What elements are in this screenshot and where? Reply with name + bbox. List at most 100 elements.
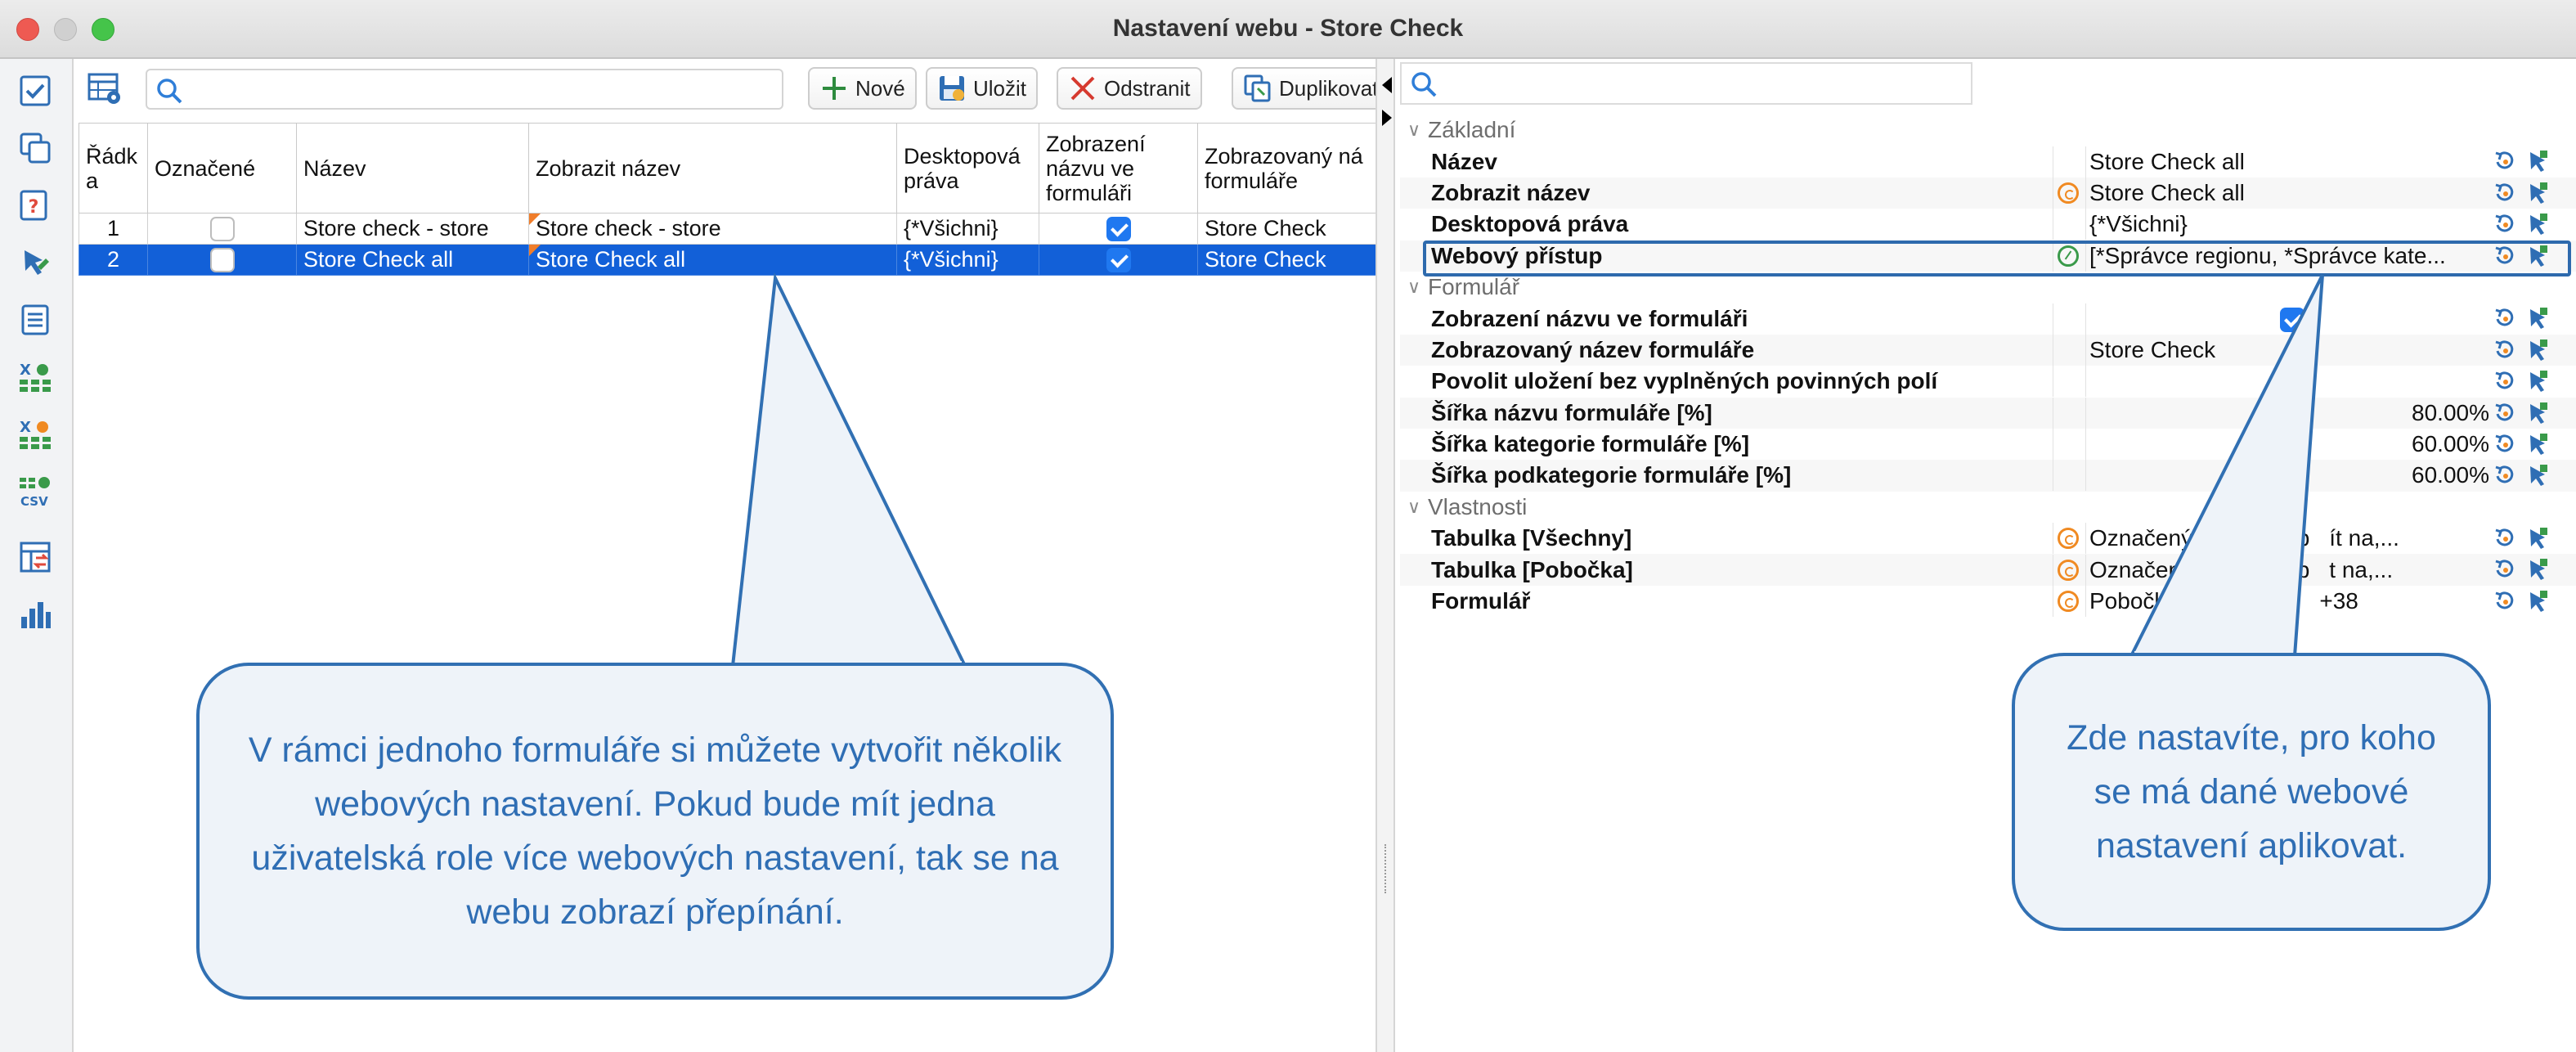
property-row[interactable]: Šířka názvu formuláře [%] 80.00% (1400, 397, 2576, 429)
property-row[interactable]: Zobrazit název Store Check all (1400, 177, 2576, 209)
table-settings-icon[interactable] (87, 70, 123, 106)
table-row[interactable]: 1 Store check - store Store check - stor… (79, 213, 1376, 245)
excel-export-icon[interactable]: X (18, 360, 52, 394)
property-group-header[interactable]: ∨ Základní (1400, 115, 2576, 146)
column-header-row[interactable]: Řádk a (79, 123, 148, 214)
chevron-down-icon[interactable]: ∨ (1400, 119, 1428, 141)
edit-pointer-icon[interactable] (2525, 338, 2550, 362)
edit-pointer-icon[interactable] (2525, 463, 2550, 488)
name-cell[interactable]: Store Check all (296, 244, 529, 276)
name-in-form-checkbox[interactable] (1106, 217, 1131, 242)
edit-pointer-icon[interactable] (2525, 181, 2550, 205)
edit-pointer-icon[interactable] (2525, 149, 2550, 173)
help-form-icon[interactable]: ? (18, 188, 52, 223)
table-row-selected[interactable]: 2 Store Check all Store Check all {*Všic… (79, 244, 1376, 276)
property-value[interactable]: Store Check all (2085, 146, 2494, 178)
reset-value-icon[interactable] (2493, 306, 2517, 330)
name-in-form-cell[interactable] (1039, 244, 1198, 276)
properties-search-box[interactable] (1400, 62, 1972, 105)
edit-pointer-icon[interactable] (2525, 526, 2550, 551)
column-header-show-name[interactable]: Zobrazit název (528, 123, 897, 214)
reset-value-icon[interactable] (2493, 244, 2517, 268)
property-value[interactable]: Označený řádek, Pob ít na,... (2085, 523, 2494, 555)
column-header-name-in-form[interactable]: Zobrazení názvu ve formuláři (1039, 123, 1198, 214)
bar-chart-icon[interactable] (18, 597, 52, 632)
property-checkbox[interactable] (2279, 308, 2304, 333)
property-value[interactable]: Store Check all (2085, 177, 2494, 209)
property-row[interactable]: Desktopová práva {*Všichni} (1400, 209, 2576, 241)
property-value[interactable]: 80.00% (2085, 397, 2494, 429)
property-row[interactable]: Šířka kategorie formuláře [%] 60.00% (1400, 428, 2576, 461)
reset-value-icon[interactable] (2493, 463, 2517, 488)
property-value[interactable]: 60.00% (2085, 429, 2494, 461)
reset-value-icon[interactable] (2493, 369, 2517, 393)
edit-pointer-icon[interactable] (2525, 401, 2550, 425)
rights-cell[interactable]: {*Všichni} (896, 213, 1039, 245)
marked-cell[interactable] (147, 244, 297, 276)
show-name-cell[interactable]: Store Check all (528, 244, 897, 276)
panel-splitter[interactable] (1376, 59, 1395, 1052)
collapse-right-arrow-icon[interactable] (1382, 110, 1392, 126)
new-button[interactable]: Nové (808, 67, 917, 110)
reset-value-icon[interactable] (2493, 149, 2517, 173)
reset-value-icon[interactable] (2493, 181, 2517, 205)
property-value[interactable]: Označený řádek, Pob t na,... (2085, 554, 2494, 586)
edit-pointer-icon[interactable] (2525, 557, 2550, 582)
reset-value-icon[interactable] (2493, 212, 2517, 236)
reset-value-icon[interactable] (2493, 401, 2517, 425)
excel-settings-icon[interactable]: X (18, 417, 52, 452)
property-row[interactable]: Povolit uložení bez vyplněných povinných… (1400, 366, 2576, 398)
marked-cell[interactable] (147, 213, 297, 245)
marked-checkbox[interactable] (209, 217, 235, 242)
reset-value-icon[interactable] (2493, 589, 2517, 614)
form-display-name-cell[interactable]: Store Check (1197, 244, 1376, 276)
property-value[interactable]: Pobočka, Vytvořeno, +38 (2085, 586, 2494, 618)
property-value[interactable] (2085, 366, 2494, 398)
reset-value-icon[interactable] (2493, 526, 2517, 551)
property-checkbox[interactable] (2279, 370, 2304, 395)
column-header-form-display-name[interactable]: Zobrazovaný ná formuláře (1197, 123, 1376, 214)
reset-value-icon[interactable] (2493, 557, 2517, 582)
property-row[interactable]: Tabulka [Pobočka] Označený řádek, Pob t na… (1400, 554, 2576, 586)
table-search-input[interactable] (193, 75, 765, 105)
chevron-down-icon[interactable]: ∨ (1400, 497, 1428, 518)
csv-export-icon[interactable]: CSV (18, 474, 52, 509)
name-in-form-cell[interactable] (1039, 213, 1198, 245)
form-display-name-cell[interactable]: Store Check (1197, 213, 1376, 245)
splitter-grip[interactable] (1384, 844, 1388, 893)
edit-pointer-icon[interactable] (2525, 369, 2550, 393)
delete-button[interactable]: Odstranit (1057, 67, 1202, 110)
name-cell[interactable]: Store check - store (296, 213, 529, 245)
column-header-desktop-rights[interactable]: Desktopová práva (896, 123, 1039, 214)
property-value[interactable]: Store Check (2085, 334, 2494, 366)
property-group-header[interactable]: ∨ Vlastnosti (1400, 491, 2576, 524)
save-button[interactable]: Uložit (926, 67, 1039, 110)
property-row[interactable]: Šířka podkategorie formuláře [%] 60.00% (1400, 460, 2576, 492)
edit-pointer-icon[interactable] (2525, 212, 2550, 236)
property-value[interactable] (2085, 303, 2494, 335)
property-row[interactable]: Zobrazení názvu ve formuláři (1400, 303, 2576, 335)
chevron-down-icon[interactable]: ∨ (1400, 276, 1428, 298)
document-list-icon[interactable] (18, 303, 52, 337)
checklist-icon[interactable] (18, 74, 52, 108)
copy-icon[interactable] (18, 131, 52, 165)
column-header-name[interactable]: Název (296, 123, 529, 214)
property-row[interactable]: Formulář Pobočka, Vytvořeno, +38 (1400, 585, 2576, 618)
property-value[interactable]: {*Všichni} (2085, 209, 2494, 241)
property-row[interactable]: Webový přístup [*Správce regionu, *Správc… (1400, 240, 2576, 272)
show-name-cell[interactable]: Store check - store (528, 213, 897, 245)
duplicate-button[interactable]: Duplikovat (1232, 67, 1390, 110)
reset-value-icon[interactable] (2493, 432, 2517, 456)
edit-pointer-icon[interactable] (2525, 244, 2550, 268)
edit-pointer-icon[interactable] (2525, 589, 2550, 614)
cursor-select-icon[interactable] (18, 245, 52, 280)
collapse-left-arrow-icon[interactable] (1382, 77, 1392, 93)
table-transfer-icon[interactable] (18, 540, 52, 574)
property-row[interactable]: Tabulka [Všechny] Označený řádek, Pob ít n… (1400, 523, 2576, 555)
column-header-marked[interactable]: Označené (147, 123, 297, 214)
rights-cell[interactable]: {*Všichni} (896, 244, 1039, 276)
edit-pointer-icon[interactable] (2525, 432, 2550, 456)
property-row[interactable]: Název Store Check all (1400, 146, 2576, 178)
property-value[interactable]: 60.00% (2085, 460, 2494, 492)
name-in-form-checkbox[interactable] (1106, 248, 1131, 273)
